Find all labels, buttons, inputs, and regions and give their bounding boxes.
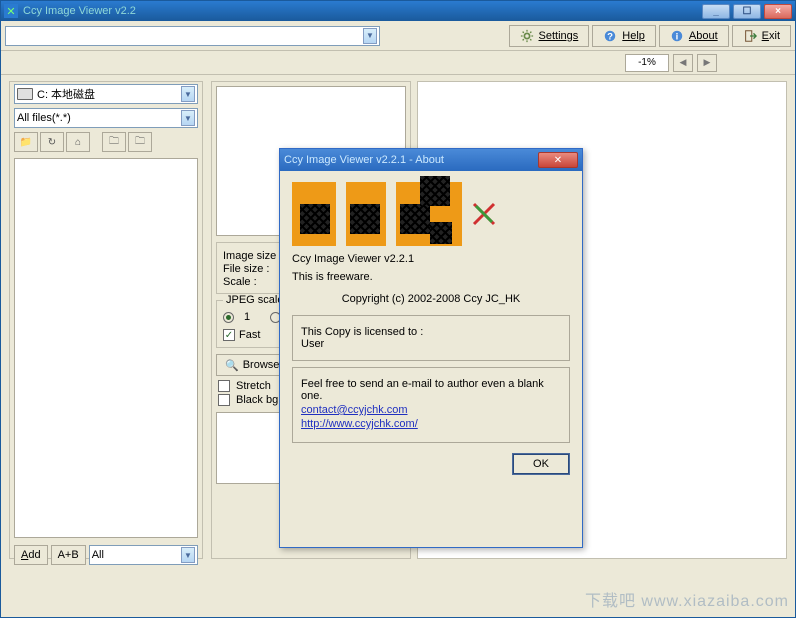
website-link[interactable]: http://www.ccyjchk.com/	[301, 418, 561, 430]
home-button[interactable]: ⌂	[66, 132, 90, 152]
watermark: 下载吧 www.xiazaiba.com	[585, 587, 789, 611]
left-bottom-bar: Add A+B All ▼	[10, 542, 202, 568]
fast-label: Fast	[239, 329, 260, 341]
prev-button[interactable]: ◀	[673, 54, 693, 72]
info-icon: i	[670, 29, 684, 43]
copyright-text: Copyright (c) 2002-2008 Ccy JC_HK	[292, 293, 570, 305]
main-window: ✕ Ccy Image Viewer v2.2 _ ☐ × ▼ Settings…	[0, 0, 796, 618]
chevron-down-icon: ▼	[181, 86, 195, 102]
all-dropdown[interactable]: All ▼	[89, 545, 198, 565]
search-icon: 🔍	[225, 359, 239, 372]
license-box: This Copy is licensed to : User	[292, 315, 570, 361]
stretch-checkbox[interactable]	[218, 380, 230, 392]
fast-checkbox[interactable]	[223, 329, 235, 341]
exit-button[interactable]: Exit	[732, 25, 791, 47]
help-button[interactable]: ? Help	[592, 25, 656, 47]
svg-text:?: ?	[607, 31, 613, 42]
all-label: All	[92, 549, 104, 561]
maximize-button[interactable]: ☐	[733, 4, 761, 19]
folder-up-button[interactable]: 📁	[14, 132, 38, 152]
close-button[interactable]: ×	[764, 4, 792, 19]
minimize-button[interactable]: _	[702, 4, 730, 19]
email-link[interactable]: contact@ccyjchk.com	[301, 404, 561, 416]
about-dialog: Ccy Image Viewer v2.2.1 - About ✕ Ccy Im…	[279, 148, 583, 548]
chevron-down-icon: ▼	[181, 110, 195, 126]
about-close-button[interactable]: ✕	[538, 152, 578, 168]
titlebar: ✕ Ccy Image Viewer v2.2 _ ☐ ×	[1, 1, 795, 21]
browse-label: Browse	[243, 359, 280, 371]
help-label: Help	[622, 30, 645, 42]
freeware-text: This is freeware.	[292, 271, 570, 283]
filter-dropdown[interactable]: All files(*.*) ▼	[14, 108, 198, 128]
about-button[interactable]: i About	[659, 25, 729, 47]
drive-icon	[17, 88, 33, 100]
spark-icon	[470, 200, 498, 228]
refresh-button[interactable]: ↻	[40, 132, 64, 152]
window-controls: _ ☐ ×	[702, 4, 792, 19]
next-button[interactable]: ▶	[697, 54, 717, 72]
help-icon: ?	[603, 29, 617, 43]
exit-icon	[743, 29, 757, 43]
jpeg-radio-1-label: 1	[244, 311, 250, 323]
left-toolbar: 📁 ↻ ⌂ 🗀 🗀	[10, 130, 202, 154]
chevron-down-icon: ▼	[363, 28, 377, 44]
ok-button[interactable]: OK	[512, 453, 570, 475]
zoom-bar: -1% ◀ ▶	[1, 51, 795, 75]
add-button[interactable]: Add	[14, 545, 48, 565]
folder-button-2[interactable]: 🗀	[128, 132, 152, 152]
add-b-button[interactable]: A+B	[51, 545, 86, 565]
contact-box: Feel free to send an e-mail to author ev…	[292, 367, 570, 443]
jpeg-radio-1[interactable]	[223, 312, 234, 323]
gear-icon	[520, 29, 534, 43]
blackbg-checkbox[interactable]	[218, 394, 230, 406]
left-panel: C: 本地磁盘 ▼ All files(*.*) ▼ 📁 ↻ ⌂ 🗀 🗀 Add…	[9, 81, 203, 559]
file-list[interactable]	[14, 158, 198, 538]
logo-area	[292, 179, 570, 249]
ccy-logo	[292, 182, 462, 246]
zoom-percent[interactable]: -1%	[625, 54, 669, 72]
settings-button[interactable]: Settings	[509, 25, 590, 47]
about-titlebar: Ccy Image Viewer v2.2.1 - About ✕	[280, 149, 582, 171]
window-title: Ccy Image Viewer v2.2	[23, 5, 702, 17]
top-toolbar: ▼ Settings ? Help i About Exit	[1, 21, 795, 51]
about-label: About	[689, 30, 718, 42]
jpeg-legend: JPEG scale	[223, 294, 286, 306]
drive-label: C: 本地磁盘	[37, 86, 95, 102]
stretch-label: Stretch	[236, 380, 271, 392]
exit-label: Exit	[762, 30, 780, 42]
blackbg-label: Black bg	[236, 394, 278, 406]
filter-label: All files(*.*)	[17, 112, 71, 124]
path-dropdown[interactable]: ▼	[5, 26, 380, 46]
licensed-to-value: User	[301, 338, 561, 350]
app-icon: ✕	[4, 4, 18, 18]
product-name: Ccy Image Viewer v2.2.1	[292, 253, 570, 265]
settings-label: Settings	[539, 30, 579, 42]
drive-dropdown[interactable]: C: 本地磁盘 ▼	[14, 84, 198, 104]
email-prompt: Feel free to send an e-mail to author ev…	[301, 378, 561, 402]
licensed-to-label: This Copy is licensed to :	[301, 326, 561, 338]
folder-button-1[interactable]: 🗀	[102, 132, 126, 152]
about-title: Ccy Image Viewer v2.2.1 - About	[284, 154, 538, 166]
svg-text:i: i	[676, 31, 679, 42]
chevron-down-icon: ▼	[181, 547, 195, 563]
